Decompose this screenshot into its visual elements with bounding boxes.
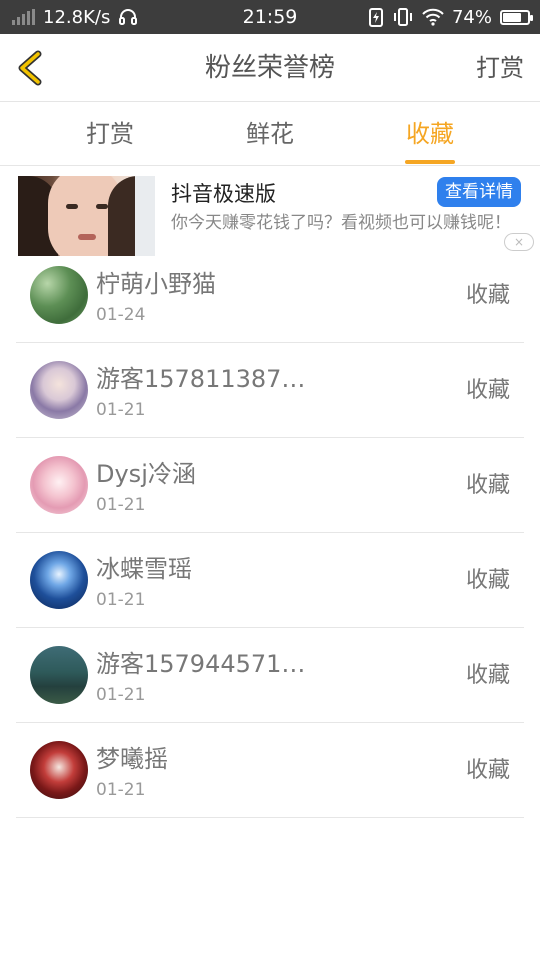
avatar[interactable] <box>30 646 88 704</box>
favorite-button[interactable]: 收藏 <box>466 438 510 533</box>
list-item[interactable]: 柠萌小野猫 01-24 收藏 <box>16 248 524 343</box>
tab-reward[interactable]: 打赏 <box>50 102 170 166</box>
ad-detail-button[interactable]: 查看详情 <box>437 177 521 207</box>
list-item[interactable]: 冰蝶雪瑶 01-21 收藏 <box>16 533 524 628</box>
favorite-button[interactable]: 收藏 <box>466 628 510 723</box>
user-name: 柠萌小野猫 <box>96 270 216 298</box>
user-name: 游客157944571… <box>96 650 306 678</box>
date: 01-24 <box>96 305 146 325</box>
date: 01-21 <box>96 590 146 610</box>
favorites-list: 柠萌小野猫 01-24 收藏 游客157811387… 01-21 收藏 Dys… <box>0 248 540 818</box>
user-name: 梦曦摇 <box>96 745 168 773</box>
vibrate-icon <box>393 8 412 26</box>
tab-favorites-label: 收藏 <box>406 120 454 148</box>
header: 粉丝荣誉榜 打赏 <box>0 34 540 102</box>
tab-active-indicator <box>405 160 455 164</box>
avatar[interactable] <box>30 266 88 324</box>
status-bar: 12.8K/s 21:59 74% <box>0 0 540 34</box>
avatar[interactable] <box>30 456 88 514</box>
date: 01-21 <box>96 685 146 705</box>
favorite-button[interactable]: 收藏 <box>466 343 510 438</box>
user-name: Dysj冷涵 <box>96 460 196 488</box>
date: 01-21 <box>96 495 146 515</box>
favorite-button[interactable]: 收藏 <box>466 248 510 343</box>
ad-title: 抖音极速版 <box>171 182 276 206</box>
favorite-button[interactable]: 收藏 <box>466 723 510 818</box>
battery-icon <box>500 9 533 25</box>
battery-saver-icon <box>368 8 383 27</box>
battery-fill <box>503 12 521 22</box>
list-item[interactable]: Dysj冷涵 01-21 收藏 <box>16 438 524 533</box>
reward-button[interactable]: 打赏 <box>476 34 524 102</box>
favorite-button[interactable]: 收藏 <box>466 533 510 628</box>
ad-banner[interactable]: 抖音极速版 查看详情 你今天赚零花钱了吗？看视频也可以赚钱呢！ × <box>18 176 534 256</box>
user-name: 游客157811387… <box>96 365 306 393</box>
wifi-icon <box>422 8 444 26</box>
battery-percent: 74% <box>451 6 492 28</box>
date: 01-21 <box>96 400 146 420</box>
ad-image <box>18 176 155 256</box>
tab-flowers[interactable]: 鲜花 <box>210 102 330 166</box>
avatar[interactable] <box>30 361 88 419</box>
page-title: 粉丝荣誉榜 <box>204 53 335 83</box>
tab-favorites[interactable]: 收藏 <box>370 102 490 166</box>
list-item[interactable]: 游客157944571… 01-21 收藏 <box>16 628 524 723</box>
avatar[interactable] <box>30 551 88 609</box>
list-item[interactable]: 梦曦摇 01-21 收藏 <box>16 723 524 818</box>
avatar[interactable] <box>30 741 88 799</box>
status-right: 74% <box>368 0 533 34</box>
tab-bar: 打赏 鲜花 收藏 <box>0 102 540 166</box>
list-item[interactable]: 游客157811387… 01-21 收藏 <box>16 343 524 438</box>
date: 01-21 <box>96 780 146 800</box>
ad-description: 你今天赚零花钱了吗？看视频也可以赚钱呢！ <box>171 213 511 233</box>
user-name: 冰蝶雪瑶 <box>96 555 192 583</box>
